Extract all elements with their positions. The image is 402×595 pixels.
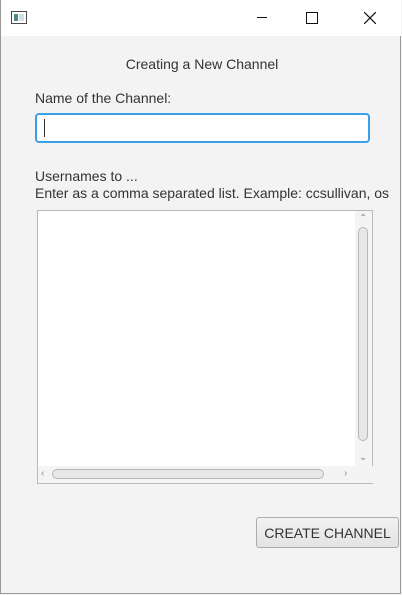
text-caret [44,119,45,137]
horizontal-scrollbar[interactable]: ‹ › [38,466,373,483]
usernames-hint: Enter as a comma separated list. Example… [35,185,390,201]
vertical-scroll-thumb[interactable] [358,227,368,441]
vertical-scrollbar[interactable]: ⌃ ⌄ [355,211,372,467]
scroll-up-arrow-icon[interactable]: ⌃ [359,214,367,224]
close-button[interactable] [346,0,392,36]
maximize-button[interactable] [289,0,335,36]
scroll-left-arrow-icon[interactable]: ‹ [41,469,44,479]
create-channel-button[interactable]: CREATE CHANNEL [256,517,399,548]
scroll-down-arrow-icon[interactable]: ⌄ [359,453,367,463]
usernames-label: Usernames to ... [35,168,138,184]
dialog-window: Creating a New Channel Name of the Chann… [0,0,401,594]
minimize-button[interactable] [239,0,285,36]
app-icon [11,11,27,24]
channel-name-label: Name of the Channel: [35,90,172,106]
channel-name-input[interactable] [35,113,370,143]
dialog-heading: Creating a New Channel [125,56,279,72]
horizontal-scroll-thumb[interactable] [52,469,324,479]
scroll-right-arrow-icon[interactable]: › [344,469,347,479]
close-icon [364,12,376,24]
title-bar[interactable] [1,0,401,36]
usernames-textarea[interactable]: ⌃ ⌄ ‹ › [37,210,373,484]
